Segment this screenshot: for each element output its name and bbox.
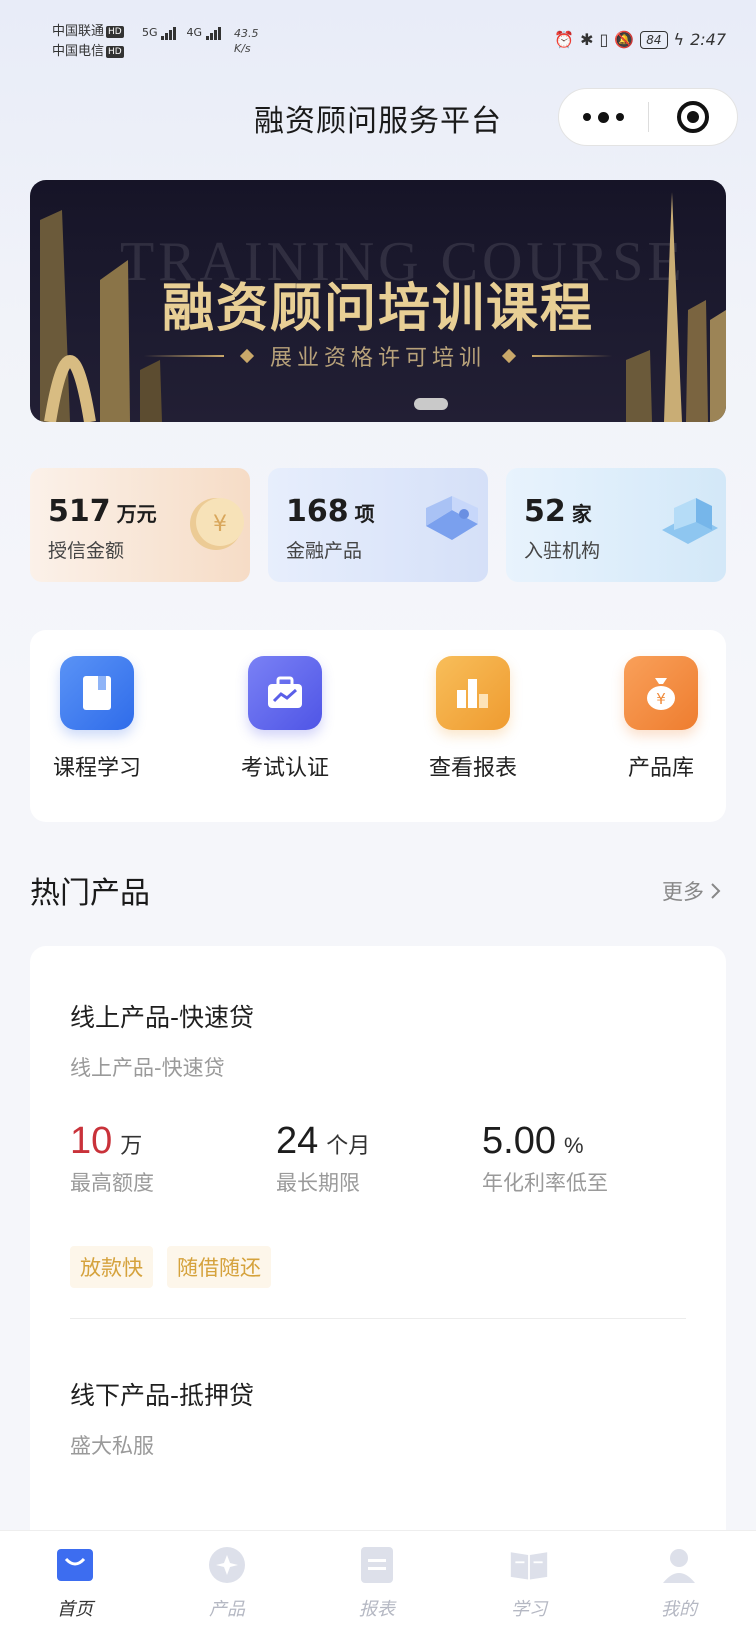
diamond-icon	[239, 348, 255, 364]
carrier-1: 中国联通	[52, 24, 105, 39]
tag: 随借随还	[167, 1246, 271, 1288]
more-link[interactable]: 更多	[662, 876, 722, 906]
metric-max-term: 24 个月 最长期限	[276, 1120, 371, 1195]
tab-products[interactable]: 产品	[177, 1545, 277, 1621]
coin-icon: ¥	[190, 498, 244, 550]
tab-study[interactable]: 学习	[479, 1545, 579, 1621]
banner-subtitle-row: 展业资格许可培训	[30, 340, 726, 372]
tab-label: 我的	[661, 1599, 697, 1620]
dot-icon	[615, 113, 624, 121]
stat-card-credit[interactable]: 517 万元 授信金额 ¥	[30, 468, 250, 582]
stat-value: 52 家	[524, 494, 592, 529]
net-type-2: 4G	[186, 26, 203, 39]
carrier-info: 中国联通 HD 中国电信 HD	[52, 22, 124, 62]
dot-icon	[597, 111, 609, 123]
status-bar: 中国联通 HD 中国电信 HD 5G 4G 43.5 K/s ⏰ ✱ ▯ 🔕 84 …	[0, 0, 756, 80]
clock: 2:47	[690, 30, 726, 49]
mini-program-capsule	[558, 88, 738, 146]
stat-card-institutions[interactable]: 52 家 入驻机构	[506, 468, 726, 582]
banner-subtitle: 展业资格许可培训	[269, 346, 486, 371]
shortcut-product-library[interactable]: ¥ 产品库	[596, 656, 726, 782]
signal-indicators: 5G 4G	[142, 26, 222, 40]
carrier-2: 中国电信	[52, 44, 105, 59]
shortcut-label: 查看报表	[428, 756, 517, 781]
mute-icon: 🔕	[614, 30, 635, 49]
tab-reports[interactable]: 报表	[327, 1545, 427, 1621]
tab-home[interactable]: 首页	[25, 1545, 125, 1621]
bluetooth-icon: ✱	[580, 30, 594, 49]
shortcut-label: 考试认证	[240, 756, 329, 781]
bar-chart-icon	[436, 656, 510, 730]
metric-annual-rate: 5.00% 年化利率低至	[482, 1120, 608, 1195]
stat-label: 金融产品	[286, 540, 363, 562]
signal-bars-icon	[161, 26, 177, 40]
shortcut-panel: 课程学习 考试认证 查看报表 ¥ 产品库	[30, 630, 726, 822]
stat-card-products[interactable]: 168 项 金融产品	[268, 468, 488, 582]
target-icon	[676, 101, 709, 133]
alarm-icon: ⏰	[554, 30, 575, 49]
report-icon	[357, 1545, 397, 1585]
carousel-indicator	[414, 398, 448, 410]
signal-bars-icon	[205, 26, 222, 40]
shortcut-label: 课程学习	[52, 756, 141, 781]
ornament-line	[532, 355, 612, 357]
building-icon	[662, 498, 718, 544]
tag: 放款快	[70, 1246, 153, 1288]
chevron-right-icon	[711, 883, 721, 899]
product-name: 线上产品-快速贷	[70, 1003, 255, 1032]
dot-icon	[582, 113, 591, 121]
tab-label: 首页	[57, 1599, 93, 1620]
shortcut-label: 产品库	[627, 756, 694, 781]
stat-value: 168 项	[286, 494, 375, 529]
system-icons: ⏰ ✱ ▯ 🔕 84 ϟ 2:47	[554, 30, 726, 49]
book-icon	[60, 656, 134, 730]
network-speed: 43.5 K/s	[234, 27, 259, 55]
metric-max-amount: 10 万 最高额度	[70, 1120, 154, 1195]
svg-text:¥: ¥	[656, 690, 666, 708]
shortcut-view-report[interactable]: 查看报表	[408, 656, 538, 782]
banner-carousel[interactable]: TRAINING COURSE 融资顾问培训课程 展业资格许可培训	[30, 180, 726, 422]
stat-label: 入驻机构	[524, 540, 601, 562]
product-subtitle: 盛大私服	[70, 1434, 154, 1458]
vibrate-icon: ▯	[599, 30, 609, 49]
close-miniprogram-button[interactable]	[649, 88, 738, 146]
more-options-button[interactable]	[559, 88, 648, 146]
charging-icon: ϟ	[673, 30, 685, 49]
hd-badge: HD	[106, 25, 124, 38]
open-book-icon	[509, 1545, 549, 1585]
shortcut-exam-cert[interactable]: 考试认证	[220, 656, 350, 782]
banner-title: 融资顾问培训课程	[161, 278, 594, 339]
product-tags: 放款快 随借随还	[70, 1246, 271, 1288]
briefcase-chart-icon	[248, 656, 322, 730]
stat-label: 授信金额	[48, 540, 125, 562]
product-name: 线下产品-抵押贷	[70, 1381, 255, 1410]
tab-label: 学习	[511, 1599, 547, 1620]
hd-badge: HD	[106, 45, 124, 58]
box-icon	[426, 496, 478, 540]
net-type-1: 5G	[142, 26, 158, 39]
bottom-tab-bar: 首页 产品 报表 学习 我的	[0, 1530, 756, 1638]
divider	[70, 1318, 686, 1319]
shortcut-course-study[interactable]: 课程学习	[32, 656, 162, 782]
product-subtitle: 线上产品-快速贷	[70, 1056, 225, 1080]
tab-label: 产品	[209, 1599, 245, 1620]
diamond-icon	[501, 348, 517, 364]
ornament-line	[143, 355, 224, 357]
product-star-icon	[207, 1545, 247, 1585]
money-bag-icon: ¥	[624, 656, 698, 730]
battery-icon: 84	[640, 30, 668, 49]
user-icon	[659, 1545, 699, 1585]
stat-value: 517 万元	[48, 494, 157, 529]
svg-text:¥: ¥	[213, 512, 227, 537]
tab-mine[interactable]: 我的	[629, 1545, 729, 1621]
home-bag-icon	[55, 1545, 95, 1585]
tab-label: 报表	[359, 1599, 395, 1620]
section-title-hot-products: 热门产品	[30, 876, 150, 911]
